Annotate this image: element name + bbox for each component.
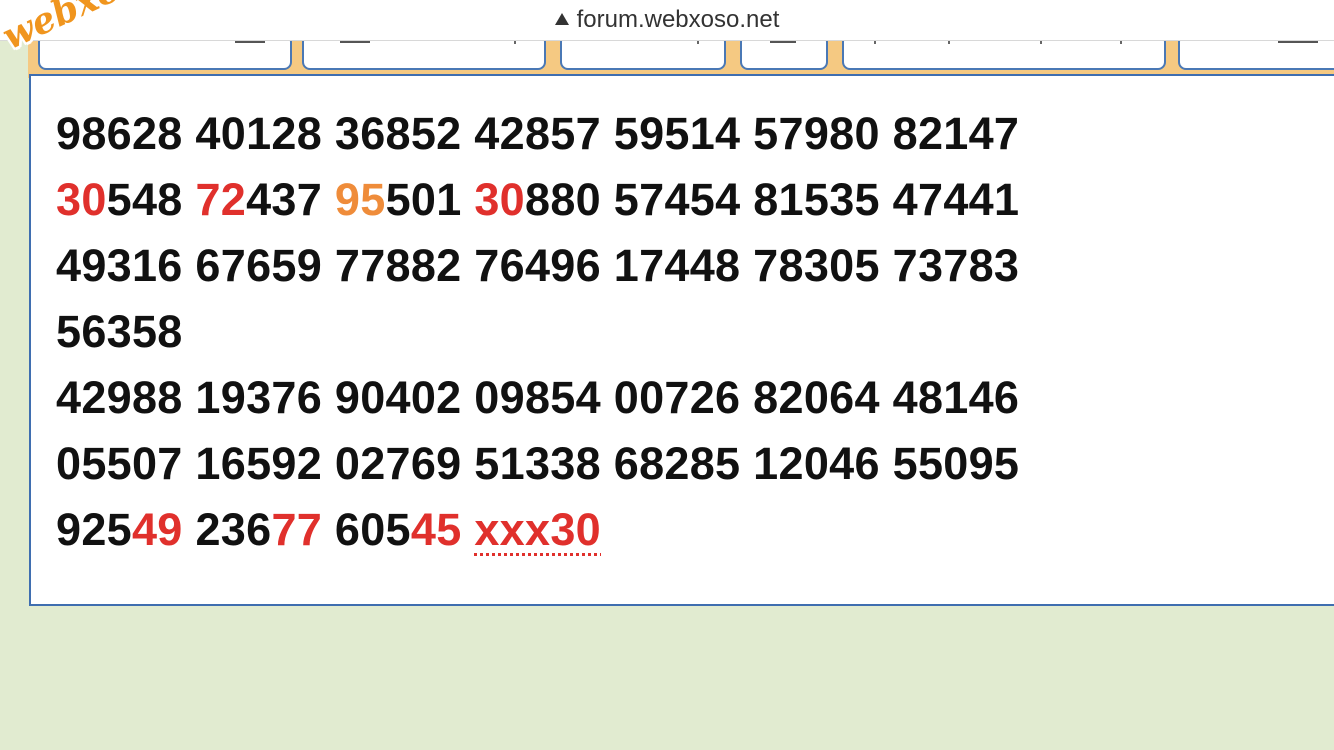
number-segment: 42988 19376 90402 09854 00726 82064 4814… (56, 372, 1020, 423)
number-segment: 30 (56, 174, 107, 225)
toolbar-button-6[interactable] (1178, 40, 1334, 70)
number-row-6: 05507 16592 02769 51338 68285 12046 5509… (56, 438, 1019, 490)
number-row-3: 49316 67659 77882 76496 17448 78305 7378… (56, 240, 1019, 292)
number-segment: 548 (106, 174, 196, 225)
number-row-1: 98628 40128 36852 42857 59514 57980 8214… (56, 108, 1019, 160)
number-segment: 49316 67659 77882 76496 17448 78305 7378… (56, 240, 1020, 291)
number-segment: 56358 (56, 306, 183, 357)
number-segment: 437 (246, 174, 335, 225)
toolbar-button-5[interactable] (842, 40, 1166, 70)
number-segment: 95 (334, 174, 386, 225)
number-row-5: 42988 19376 90402 09854 00726 82064 4814… (56, 372, 1019, 424)
number-segment: 30 (474, 174, 526, 225)
editor-toolbar (28, 40, 1334, 78)
number-segment: 77 (271, 504, 323, 555)
toolbar-button-2[interactable] (302, 40, 546, 70)
url-text: forum.webxoso.net (576, 6, 780, 33)
number-row-2: 30548 72437 95501 30880 57454 81535 4744… (56, 174, 1019, 226)
browser-address-bar[interactable]: forum.webxoso.net (0, 0, 1334, 41)
number-row-4: 56358 (56, 306, 183, 358)
number-segment: 05507 16592 02769 51338 68285 12046 5509… (56, 438, 1020, 489)
number-row-7: 92549 23677 60545 xxx30 (56, 504, 601, 556)
number-segment: 72 (195, 174, 247, 225)
number-segment: 98628 40128 36852 42857 59514 57980 8214… (56, 108, 1020, 159)
number-segment: 880 57454 81535 47441 (525, 174, 1020, 225)
toolbar-button-4[interactable] (740, 40, 828, 70)
number-segment: 605 (322, 504, 411, 555)
number-segment (462, 504, 475, 555)
toolbar-button-1[interactable] (38, 40, 292, 70)
number-segment: 236 (182, 504, 272, 555)
toolbar-button-3[interactable] (560, 40, 726, 70)
number-segment: 925 (56, 504, 132, 555)
number-segment: 501 (385, 174, 475, 225)
number-segment: 45 (410, 504, 462, 555)
warning-icon (554, 13, 569, 25)
number-segment: xxx30 (474, 504, 601, 555)
number-segment: 49 (131, 504, 183, 555)
